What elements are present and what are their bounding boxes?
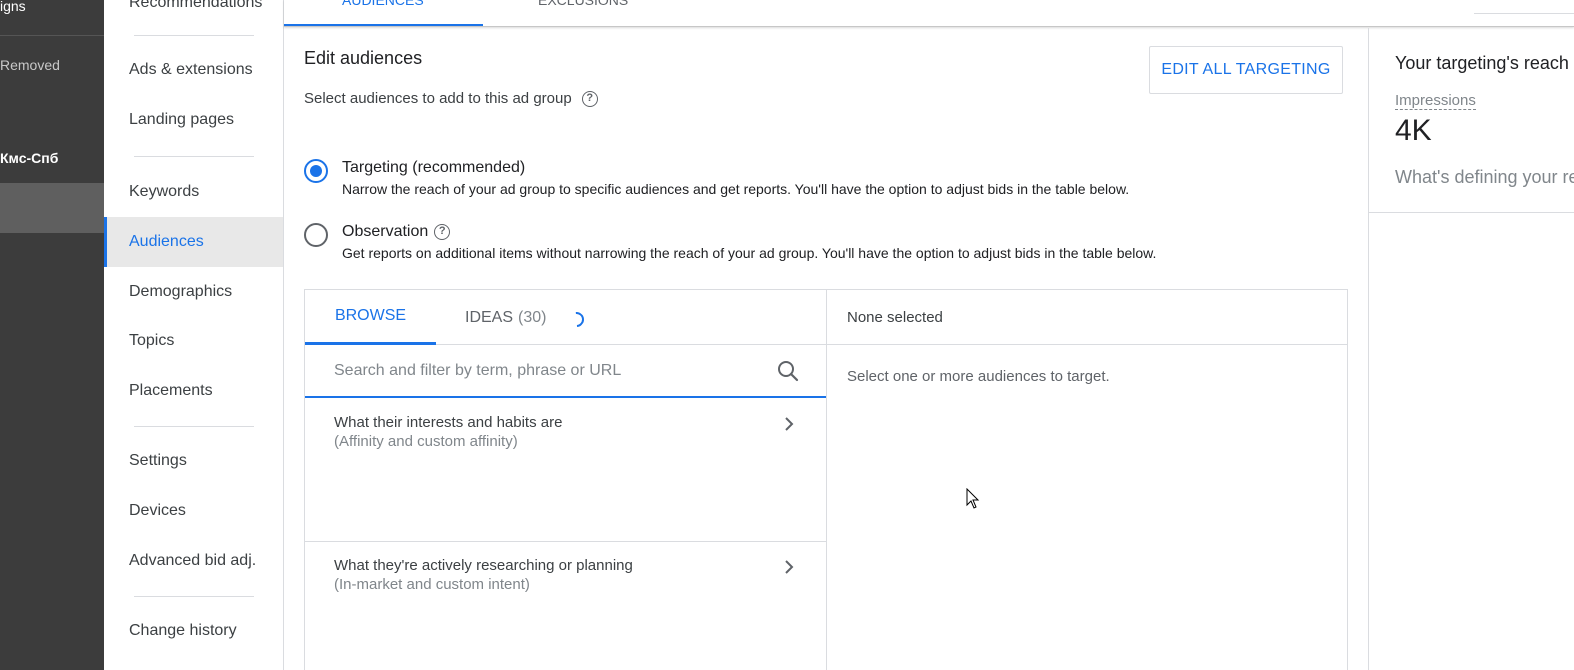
page-subtitle: Select audiences to add to this ad group… bbox=[304, 90, 598, 107]
mouse-cursor-icon bbox=[966, 488, 980, 509]
chevron-right-icon bbox=[785, 560, 794, 574]
reach-defining-text: What's defining your reach bbox=[1395, 167, 1574, 187]
targeting-label: Targeting (recommended) bbox=[342, 159, 526, 176]
search-bar bbox=[305, 345, 826, 398]
nav-item-recommendations[interactable]: Recommendations bbox=[104, 0, 283, 28]
nav-item-advanced-bid-adj[interactable]: Advanced bid adj. bbox=[104, 536, 283, 586]
sidebar-selected-row[interactable] bbox=[0, 183, 104, 233]
category-subtitle: (In-market and custom intent) bbox=[334, 576, 530, 593]
page-nav: Recommendations Ads & extensions Landing… bbox=[104, 0, 284, 670]
nav-item-placements[interactable]: Placements bbox=[104, 366, 283, 416]
category-title: What their interests and habits are bbox=[334, 414, 563, 431]
nav-item-devices[interactable]: Devices bbox=[104, 486, 283, 536]
nav-item-demographics[interactable]: Demographics bbox=[104, 267, 283, 317]
nav-divider bbox=[134, 596, 254, 597]
nav-item-audiences[interactable]: Audiences bbox=[104, 217, 283, 267]
tab-exclusions[interactable]: EXCLUSIONS bbox=[538, 0, 628, 8]
category-title: What they're actively researching or pla… bbox=[334, 557, 633, 574]
tab-browse[interactable]: BROWSE bbox=[305, 290, 436, 345]
category-affinity[interactable]: What their interests and habits are (Aff… bbox=[305, 400, 826, 542]
impressions-value: 4K bbox=[1395, 114, 1432, 147]
sidebar-item-removed[interactable]: Removed bbox=[0, 57, 60, 73]
observation-description: Get reports on additional items without … bbox=[342, 245, 1157, 261]
nav-item-topics[interactable]: Topics bbox=[104, 316, 283, 366]
reach-panel: Your targeting's reach Impressions 4K Wh… bbox=[1368, 28, 1574, 670]
sidebar-item-campaigns[interactable]: igns bbox=[0, 0, 26, 14]
reach-title: Your targeting's reach bbox=[1395, 53, 1569, 73]
tab-ideas[interactable]: IDEAS (30) bbox=[465, 290, 546, 345]
nav-item-settings[interactable]: Settings bbox=[104, 436, 283, 486]
targeting-radio[interactable] bbox=[304, 159, 328, 183]
tab-ideas-count: (30) bbox=[518, 308, 547, 326]
category-in-market[interactable]: What they're actively researching or pla… bbox=[305, 543, 826, 670]
selected-pane: None selected Select one or more audienc… bbox=[827, 290, 1347, 670]
help-icon[interactable]: ? bbox=[434, 224, 451, 240]
loading-spinner-icon bbox=[565, 308, 588, 331]
nav-item-ads-extensions[interactable]: Ads & extensions bbox=[104, 45, 283, 95]
nav-item-keywords[interactable]: Keywords bbox=[104, 167, 283, 217]
search-icon[interactable] bbox=[777, 360, 799, 382]
impressions-label[interactable]: Impressions bbox=[1395, 92, 1476, 110]
edit-all-targeting-button[interactable]: EDIT ALL TARGETING bbox=[1149, 46, 1343, 94]
active-tab-indicator bbox=[284, 24, 483, 26]
observation-radio[interactable] bbox=[304, 223, 328, 247]
account-sidebar: igns Removed Кмс-Спб bbox=[0, 0, 104, 670]
targeting-description: Narrow the reach of your ad group to spe… bbox=[342, 181, 1130, 197]
category-subtitle: (Affinity and custom affinity) bbox=[334, 433, 518, 450]
observation-option[interactable]: Observation ? Get reports on additional … bbox=[304, 223, 1156, 261]
tab-ideas-label: IDEAS bbox=[465, 308, 514, 326]
subtitle-text: Select audiences to add to this ad group bbox=[304, 90, 572, 107]
selected-header: None selected bbox=[827, 290, 1347, 345]
edit-audiences-card: Edit audiences Select audiences to add t… bbox=[284, 28, 1368, 670]
observation-label: Observation bbox=[342, 223, 429, 240]
reach-divider bbox=[1369, 212, 1574, 213]
selected-empty-message: Select one or more audiences to target. bbox=[847, 368, 1110, 385]
nav-item-landing-pages[interactable]: Landing pages bbox=[104, 95, 283, 145]
help-icon[interactable]: ? bbox=[581, 90, 598, 107]
observation-label-row: Observation ? bbox=[342, 223, 1156, 241]
sidebar-item-campaign-name[interactable]: Кмс-Спб bbox=[0, 150, 58, 166]
targeting-option[interactable]: Targeting (recommended) Narrow the reach… bbox=[304, 159, 1129, 197]
top-right-field[interactable] bbox=[1474, 13, 1574, 14]
audience-picker: BROWSE IDEAS (30) What their interests a… bbox=[304, 289, 1348, 670]
page-title: Edit audiences bbox=[304, 48, 423, 68]
nav-divider bbox=[134, 426, 254, 427]
chevron-right-icon bbox=[785, 417, 794, 431]
nav-item-change-history[interactable]: Change history bbox=[104, 606, 283, 656]
browse-pane: BROWSE IDEAS (30) What their interests a… bbox=[305, 290, 827, 670]
nav-divider bbox=[134, 156, 254, 157]
nav-divider bbox=[134, 35, 254, 36]
picker-tabs: BROWSE IDEAS (30) bbox=[305, 290, 826, 345]
sidebar-divider bbox=[0, 35, 104, 36]
tab-audiences[interactable]: AUDIENCES bbox=[342, 0, 424, 8]
search-input[interactable] bbox=[334, 359, 764, 383]
top-tab-bar: AUDIENCES EXCLUSIONS bbox=[284, 0, 1574, 27]
